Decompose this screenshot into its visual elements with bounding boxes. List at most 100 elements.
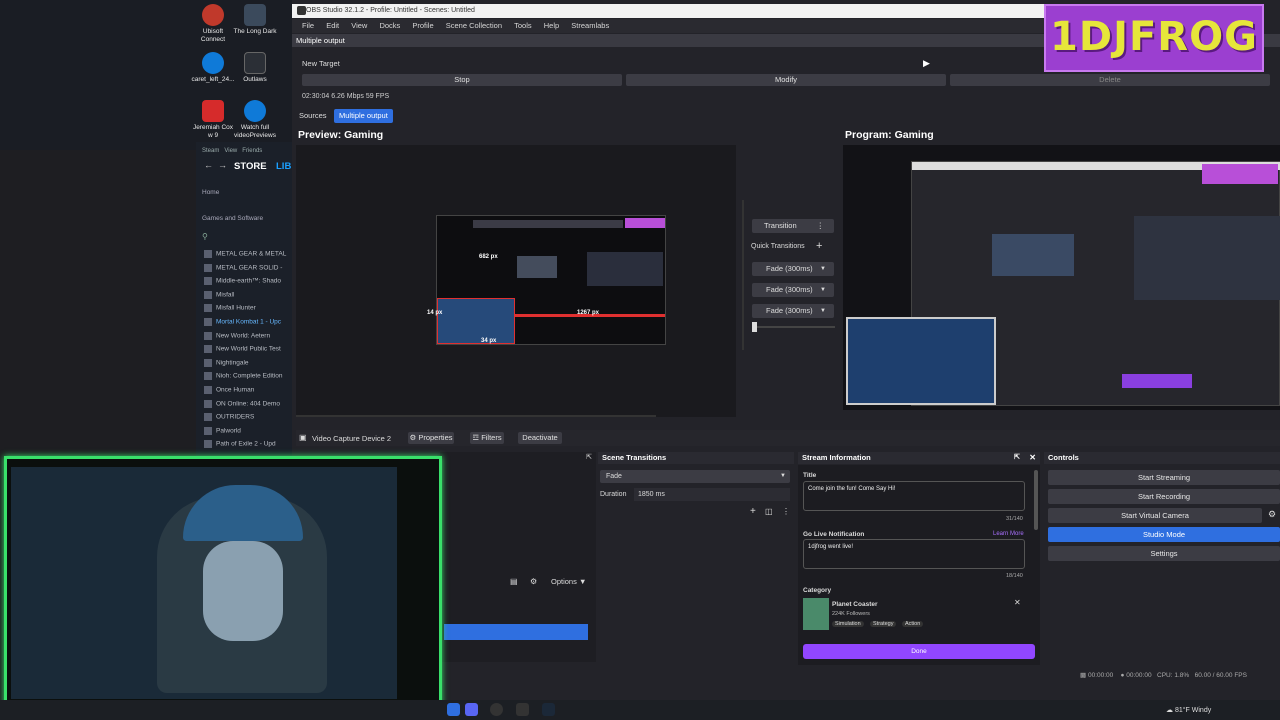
menu-tools[interactable]: Tools [514, 21, 532, 30]
duration-input[interactable]: 1850 ms [634, 488, 790, 501]
menu-help[interactable]: Help [544, 21, 559, 30]
steam-icon[interactable] [542, 703, 555, 716]
trash-icon[interactable]: ◫ [765, 507, 773, 516]
go-live-field[interactable]: 1djfrog went live! [803, 539, 1025, 569]
menu-view[interactable]: View [351, 21, 367, 30]
dock-float-icon[interactable]: ⇱ [586, 453, 592, 461]
menu-file[interactable]: File [302, 21, 314, 30]
steam-game-item[interactable]: ON Online: 404 Demo [204, 399, 292, 408]
layout-icon[interactable]: ▤ [510, 577, 518, 586]
filters-button[interactable]: ☲ Filters [470, 432, 504, 444]
transition-select[interactable]: Fade ▼ [600, 470, 790, 483]
scrollbar[interactable] [1034, 470, 1038, 530]
menu-streamlabs[interactable]: Streamlabs [571, 21, 609, 30]
steam-game-item[interactable]: Middle-earth™: Shado [204, 277, 292, 286]
deactivate-button[interactable]: Deactivate [518, 432, 562, 444]
quick-transition-item[interactable]: Fade (300ms) ▼ [752, 304, 834, 318]
chevron-down-icon: ▼ [820, 287, 826, 293]
steam-game-item[interactable]: New World Public Test [204, 345, 292, 354]
steam-menu-steam[interactable]: Steam [202, 148, 219, 154]
more-icon[interactable]: ⋮ [782, 507, 790, 516]
scene-transitions-header: Scene Transitions [598, 452, 794, 464]
preview-scrollbar[interactable] [296, 415, 656, 417]
steam-game-item[interactable]: Palworld [204, 426, 292, 435]
filters-label: Filters [481, 433, 502, 442]
ubisoft-icon [202, 4, 224, 26]
game-thumbnail-icon [204, 345, 212, 354]
desktop-icon-ubisoft[interactable]: Ubisoft Connect [190, 4, 236, 44]
steam-library-tab[interactable]: LIB [276, 161, 291, 172]
desktop-icon-edge[interactable]: caret_left_24... [190, 52, 236, 84]
quick-transition-item[interactable]: Fade (300ms) ▼ [752, 283, 834, 297]
stop-button[interactable]: Stop [302, 74, 622, 86]
steam-game-item[interactable]: New World: Aetern [204, 331, 292, 340]
program-nested-preview [992, 234, 1074, 276]
search-icon[interactable]: ⚲ [202, 232, 208, 241]
tab-sources[interactable]: Sources [294, 109, 332, 123]
network-icon: ▩ [1080, 672, 1087, 679]
menu-docks[interactable]: Docks [379, 21, 400, 30]
learn-more-link[interactable]: Learn More [993, 531, 1024, 537]
menu-scene-collection[interactable]: Scene Collection [446, 21, 502, 30]
preview-webcam-source[interactable] [437, 298, 515, 344]
steam-game-item[interactable]: Once Human [204, 386, 292, 394]
steam-home[interactable]: Home [202, 189, 219, 196]
delete-button[interactable]: Delete [950, 74, 1270, 86]
discord-icon[interactable] [465, 703, 478, 716]
mouse-cursor-icon: ▶ [923, 58, 930, 68]
steam-game-label: Once Human [216, 386, 255, 394]
close-icon[interactable]: ✕ [1014, 598, 1021, 607]
steam-store-tab[interactable]: STORE [234, 161, 267, 172]
steam-game-item[interactable]: METAL GEAR & METAL [204, 250, 292, 258]
modify-button[interactable]: Modify [626, 74, 946, 86]
stream-title-field[interactable]: Come join the fun! Come Say Hi! [803, 481, 1025, 511]
gear-icon[interactable]: ⚙ [1268, 509, 1276, 520]
desktop-icon-edge-2[interactable]: Watch full videoPreviews [232, 100, 278, 140]
menu-profile[interactable]: Profile [412, 21, 433, 30]
desktop-icon-label: Ubisoft Connect [200, 28, 226, 43]
steam-game-item[interactable]: Mortal Kombat 1 - Upc [204, 318, 292, 326]
steam-menu-view[interactable]: View [224, 148, 237, 154]
properties-button[interactable]: ⚙ Properties [408, 432, 454, 444]
desktop-icon-pdf[interactable]: Jeremiah Cox w 9 [190, 100, 236, 140]
transition-button[interactable]: Transition ⋮ [752, 219, 834, 233]
category-tag: Action [902, 621, 924, 627]
selected-scene-row[interactable] [444, 624, 588, 640]
gear-icon[interactable]: ⚙ [530, 577, 537, 586]
desktop-icon-outlaws[interactable]: Outlaws [232, 52, 278, 84]
weather-widget[interactable]: ☁ 81°F Windy [1166, 706, 1211, 714]
steam-filter[interactable]: Games and Software [202, 215, 263, 222]
close-icon[interactable]: ✕ [1029, 452, 1036, 464]
studio-mode-button[interactable]: Studio Mode [1048, 527, 1280, 542]
done-button[interactable]: Done [803, 644, 1035, 659]
steam-game-item[interactable]: Path of Exile 2 - Upd [204, 440, 292, 449]
quick-transition-item[interactable]: Fade (300ms) ▼ [752, 262, 834, 276]
start-virtual-camera-button[interactable]: Start Virtual Camera [1048, 508, 1262, 523]
start-streaming-button[interactable]: Start Streaming [1048, 470, 1280, 485]
steam-game-item[interactable]: Misfall [204, 290, 292, 299]
steam-menu-friends[interactable]: Friends [242, 148, 262, 154]
t-bar-track[interactable] [757, 326, 835, 328]
dock-float-icon[interactable]: ⇱ [1014, 452, 1020, 464]
steam-game-item[interactable]: Misfall Hunter [204, 304, 292, 313]
options-button[interactable]: Options ▼ [551, 577, 586, 586]
tab-multiple-output[interactable]: Multiple output [334, 109, 393, 123]
start-recording-button[interactable]: Start Recording [1048, 489, 1280, 504]
steam-game-item[interactable]: Nioh: Complete Edition [204, 372, 292, 381]
steam-back-icon[interactable]: ← [204, 160, 213, 170]
steam-game-item[interactable]: METAL GEAR SOLID - [204, 263, 292, 272]
add-icon[interactable]: + [750, 506, 756, 517]
taskbar-app-icon[interactable] [447, 703, 460, 716]
more-icon[interactable]: ⋮ [817, 219, 825, 233]
steam-forward-icon[interactable]: → [218, 160, 227, 170]
obs-icon[interactable] [490, 703, 503, 716]
steam-game-item[interactable]: Nightingale [204, 358, 292, 367]
menu-edit[interactable]: Edit [326, 21, 339, 30]
steam-game-item[interactable]: OUTRIDERS [204, 413, 292, 422]
settings-button[interactable]: Settings [1048, 546, 1280, 561]
taskbar-app-icon[interactable] [516, 703, 529, 716]
desktop-icon-label: Watch full videoPreviews [234, 124, 276, 139]
desktop-icon-long-dark[interactable]: The Long Dark [232, 4, 278, 36]
add-icon[interactable]: + [816, 240, 822, 252]
preview-canvas[interactable]: 682 px 14 px 1267 px 34 px [296, 145, 736, 417]
